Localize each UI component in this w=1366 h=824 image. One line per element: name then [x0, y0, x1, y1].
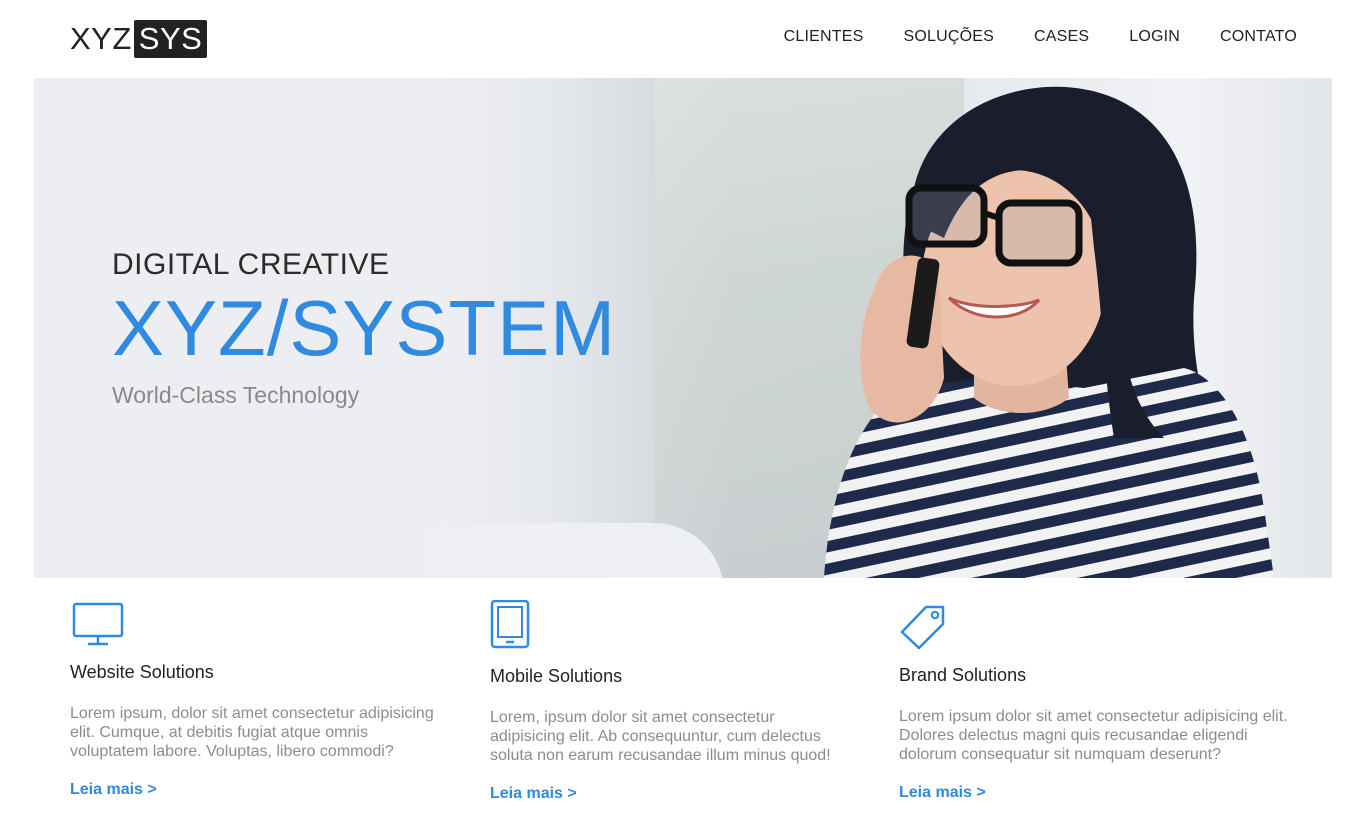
hero-subtitle: World-Class Technology — [112, 382, 360, 408]
feature-title: Mobile Solutions — [490, 666, 623, 686]
nav-link-clientes[interactable]: CLIENTES — [784, 28, 864, 46]
logo-text-xyz: XYZ — [70, 21, 132, 56]
read-more-link[interactable]: Leia mais > — [70, 781, 157, 799]
tablet-icon — [490, 600, 530, 649]
feature-title: Website Solutions — [70, 662, 214, 682]
hero-text-block: DIGITAL CREATIVE XYZ/SYSTEM World-Class … — [112, 248, 616, 409]
feature-description: Lorem, ipsum dolor sit amet consectetur … — [490, 709, 831, 764]
logo[interactable]: XYZ SYS — [70, 20, 208, 58]
hero-title: XYZ/SYSTEM — [112, 284, 617, 372]
nav-link-login[interactable]: LOGIN — [1129, 28, 1180, 46]
logo-text-sys: SYS — [133, 20, 208, 58]
nav-link-solucoes[interactable]: SOLUÇÕES — [903, 28, 994, 46]
nav-link-contato[interactable]: CONTATO — [1220, 28, 1297, 46]
nav-link-cases[interactable]: CASES — [1034, 28, 1089, 46]
read-more-link[interactable]: Leia mais > — [899, 784, 986, 802]
price-tag-icon — [900, 605, 945, 650]
hero-banner: DIGITAL CREATIVE XYZ/SYSTEM World-Class … — [34, 78, 1332, 578]
monitor-icon — [72, 602, 124, 646]
hero-photo-woman-on-phone — [824, 86, 1274, 578]
read-more-link[interactable]: Leia mais > — [490, 785, 577, 803]
feature-description: Lorem ipsum dolor sit amet consectetur a… — [899, 708, 1288, 763]
feature-title: Brand Solutions — [899, 665, 1027, 685]
hero-kicker: DIGITAL CREATIVE — [112, 248, 390, 281]
feature-description: Lorem ipsum, dolor sit amet consectetur … — [70, 705, 434, 760]
site-header: XYZ SYS CLIENTES SOLUÇÕES CASES LOGIN CO… — [0, 0, 1366, 78]
main-nav: CLIENTES SOLUÇÕES CASES LOGIN CONTATO — [784, 28, 1297, 46]
